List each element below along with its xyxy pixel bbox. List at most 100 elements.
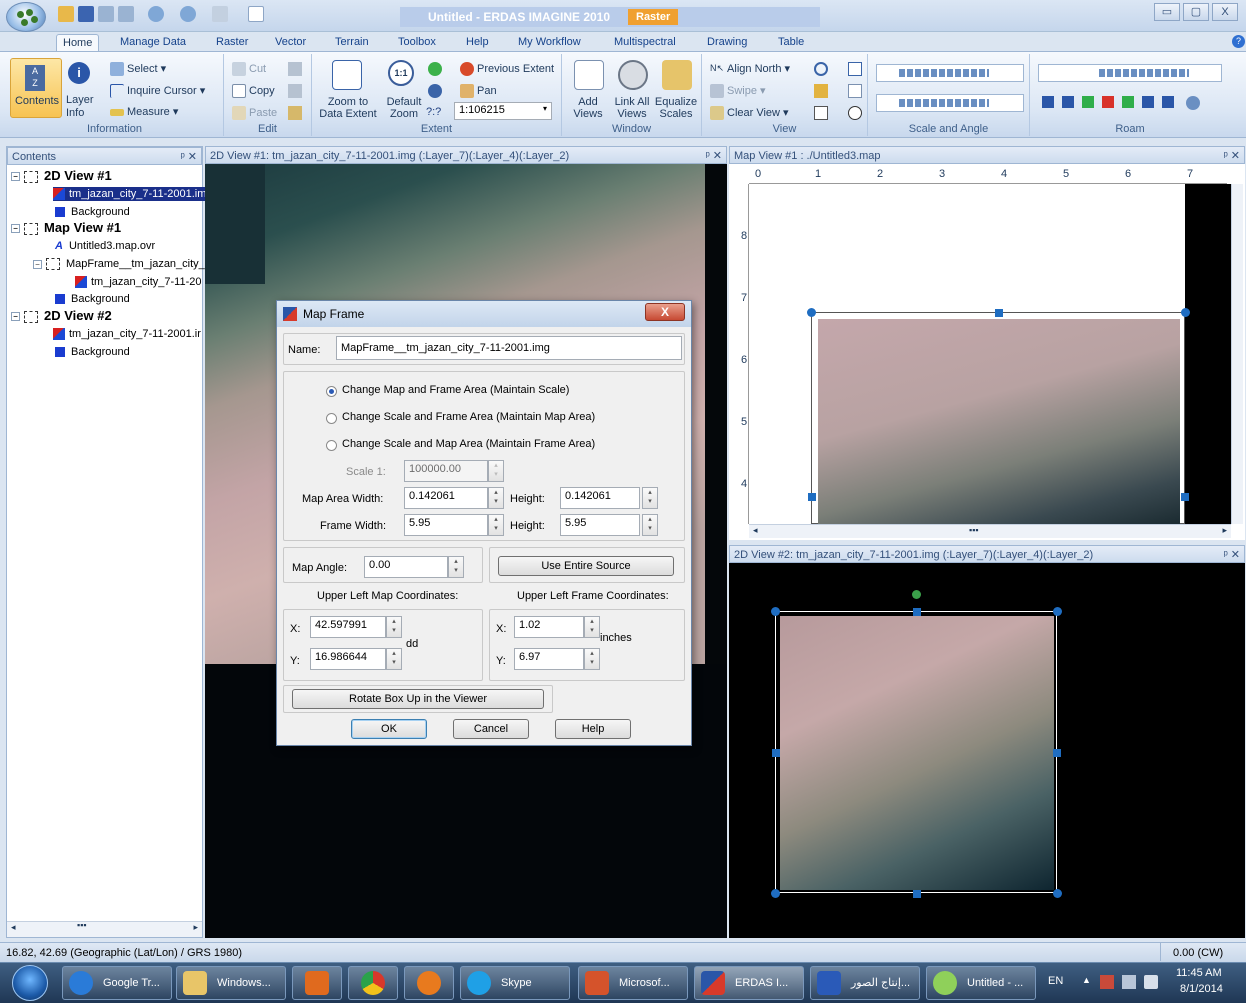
scale-combobox[interactable]: 1:106215 ▾	[454, 102, 552, 120]
cancel-button[interactable]: Cancel	[453, 719, 529, 739]
unknown-scale-button[interactable]: ?:?	[426, 106, 441, 119]
option-maintain-scale-radio[interactable]	[326, 386, 337, 397]
zoom-to-data-extent-button[interactable]: Zoom to Data Extent	[318, 96, 378, 120]
undo-icon[interactable]	[288, 84, 302, 98]
tree-item-2d-view-1[interactable]: −2D View #1	[11, 169, 112, 183]
taskbar-item-firefox[interactable]	[404, 966, 454, 1000]
pin-close-icon[interactable]: ᵖ ✕	[1224, 147, 1240, 163]
map-area-height-spinner[interactable]: ▴ ▾	[642, 487, 658, 509]
default-zoom-button[interactable]: Default Zoom	[382, 96, 426, 120]
undo-icon[interactable]	[98, 6, 114, 22]
resize-handle[interactable]	[808, 493, 816, 501]
play-icon[interactable]	[1122, 96, 1134, 108]
zoom-out-icon[interactable]	[428, 84, 442, 98]
swipe-button[interactable]: Swipe ▾	[710, 84, 766, 98]
taskbar-item-skype[interactable]: Skype	[460, 966, 570, 1000]
help-button[interactable]: Help	[555, 719, 631, 739]
tab-vector[interactable]: Vector	[269, 34, 312, 52]
link-all-views-button[interactable]: Link All Views	[608, 96, 656, 120]
grid-icon[interactable]	[848, 84, 862, 98]
taskbar-item-untitled[interactable]: Untitled - ...	[926, 966, 1036, 1000]
add-views-button[interactable]: Add Views	[568, 96, 608, 120]
map-x-spinner[interactable]: ▴ ▾	[386, 616, 402, 638]
start-button[interactable]	[12, 965, 48, 1001]
angle-slider[interactable]	[876, 94, 1024, 112]
tab-raster[interactable]: Raster	[210, 34, 254, 52]
view-2-canvas[interactable]	[729, 563, 1245, 938]
zoom-out-icon[interactable]	[180, 6, 196, 22]
clock-date[interactable]: 8/1/2014	[1180, 983, 1223, 995]
resize-handle[interactable]	[1053, 607, 1062, 616]
first-frame-icon[interactable]	[1042, 96, 1054, 108]
paste-button[interactable]: Paste	[232, 106, 277, 120]
resize-handle[interactable]	[772, 749, 780, 757]
tab-terrain[interactable]: Terrain	[329, 34, 375, 52]
taskbar-item-media[interactable]	[292, 966, 342, 1000]
tab-manage-data[interactable]: Manage Data	[114, 34, 192, 52]
language-indicator[interactable]: EN	[1048, 975, 1063, 987]
rotate-handle[interactable]	[912, 590, 921, 599]
window-icon[interactable]	[248, 6, 264, 22]
tool-icon[interactable]	[212, 6, 228, 22]
horizontal-scrollbar[interactable]: ◂ ▪▪▪ ▸	[749, 524, 1231, 538]
resize-handle[interactable]	[913, 608, 921, 616]
zoom-in-icon[interactable]	[148, 6, 164, 22]
map-area-width-spinner[interactable]: ▴ ▾	[488, 487, 504, 509]
map-view-canvas[interactable]: 0 1 2 3 4 5 6 7 8 7 6 5 4 ◂ ▪▪▪ ▸	[729, 164, 1245, 540]
resize-handle[interactable]	[1181, 308, 1190, 317]
info-icon[interactable]: i	[68, 62, 90, 84]
taskbar-item-erdas[interactable]: ERDAS I...	[694, 966, 804, 1000]
resize-handle[interactable]	[913, 890, 921, 898]
horizontal-scrollbar[interactable]: ◂ ▪▪▪ ▸	[7, 920, 202, 937]
dialog-close-button[interactable]: X	[645, 303, 685, 321]
map-y-field[interactable]: 16.986644	[310, 648, 386, 670]
tab-home[interactable]: Home	[56, 34, 100, 52]
tree-item-layer-selected[interactable]: tm_jazan_city_7-11-2001.im	[53, 187, 209, 201]
frame-y-spinner[interactable]: ▴ ▾	[584, 648, 600, 670]
frame-height-spinner[interactable]: ▴ ▾	[642, 514, 658, 536]
resize-handle[interactable]	[995, 309, 1003, 317]
zoom-in-icon[interactable]	[428, 62, 442, 76]
option-maintain-frame-area-radio[interactable]	[326, 440, 337, 451]
map-x-field[interactable]: 42.597991	[310, 616, 386, 638]
volume-icon[interactable]	[1144, 975, 1158, 989]
frame-x-spinner[interactable]: ▴ ▾	[584, 616, 600, 638]
tree-item-background[interactable]: Background	[55, 205, 130, 219]
roam-speed-slider[interactable]	[1038, 64, 1222, 82]
map-frame-selection[interactable]	[807, 308, 1190, 525]
dialog-title-bar[interactable]: Map Frame X	[277, 301, 691, 327]
stop-icon[interactable]	[1102, 96, 1114, 108]
frame-height-field[interactable]: 5.95	[560, 514, 640, 536]
one-to-one-icon[interactable]: 1:1	[388, 60, 414, 86]
copy-button[interactable]: Copy	[232, 84, 275, 98]
play-backward-icon[interactable]	[1082, 96, 1094, 108]
align-north-button[interactable]: N↖ Align North ▾	[710, 62, 790, 76]
resize-handle[interactable]	[1053, 889, 1062, 898]
contents-button[interactable]: AZ Contents	[10, 58, 62, 118]
close-button[interactable]: X	[1212, 3, 1238, 21]
graph-icon[interactable]	[814, 84, 828, 98]
map-y-spinner[interactable]: ▴ ▾	[386, 648, 402, 670]
tab-table[interactable]: Table	[772, 34, 810, 52]
cut-button[interactable]: Cut	[232, 62, 266, 76]
last-frame-icon[interactable]	[1162, 96, 1174, 108]
frame-y-field[interactable]: 6.97	[514, 648, 584, 670]
frame-x-field[interactable]: 1.02	[514, 616, 584, 638]
roam-options-icon[interactable]	[1186, 96, 1200, 110]
resize-handle[interactable]	[771, 889, 780, 898]
maximize-button[interactable]: ▢	[1183, 3, 1209, 21]
tree-item-frame-layer[interactable]: tm_jazan_city_7-11-20	[75, 275, 201, 289]
map-area-height-field[interactable]: 0.142061	[560, 487, 640, 509]
clock-time[interactable]: 11:45 AM	[1176, 967, 1222, 979]
scale-spinner[interactable]: ▴ ▾	[488, 460, 504, 482]
vertical-scrollbar[interactable]	[1231, 184, 1243, 524]
tab-toolbox[interactable]: Toolbox	[392, 34, 442, 52]
save-icon[interactable]	[78, 6, 94, 22]
map-area-width-field[interactable]: 0.142061	[404, 487, 488, 509]
background-color-icon[interactable]	[814, 106, 828, 120]
frame-width-field[interactable]: 5.95	[404, 514, 488, 536]
tray-expand-icon[interactable]: ▲	[1082, 975, 1091, 985]
layer-info-button[interactable]: Layer Info	[66, 94, 102, 120]
equalize-scales-button[interactable]: Equalize Scales	[654, 96, 698, 120]
scale-slider[interactable]	[876, 64, 1024, 82]
